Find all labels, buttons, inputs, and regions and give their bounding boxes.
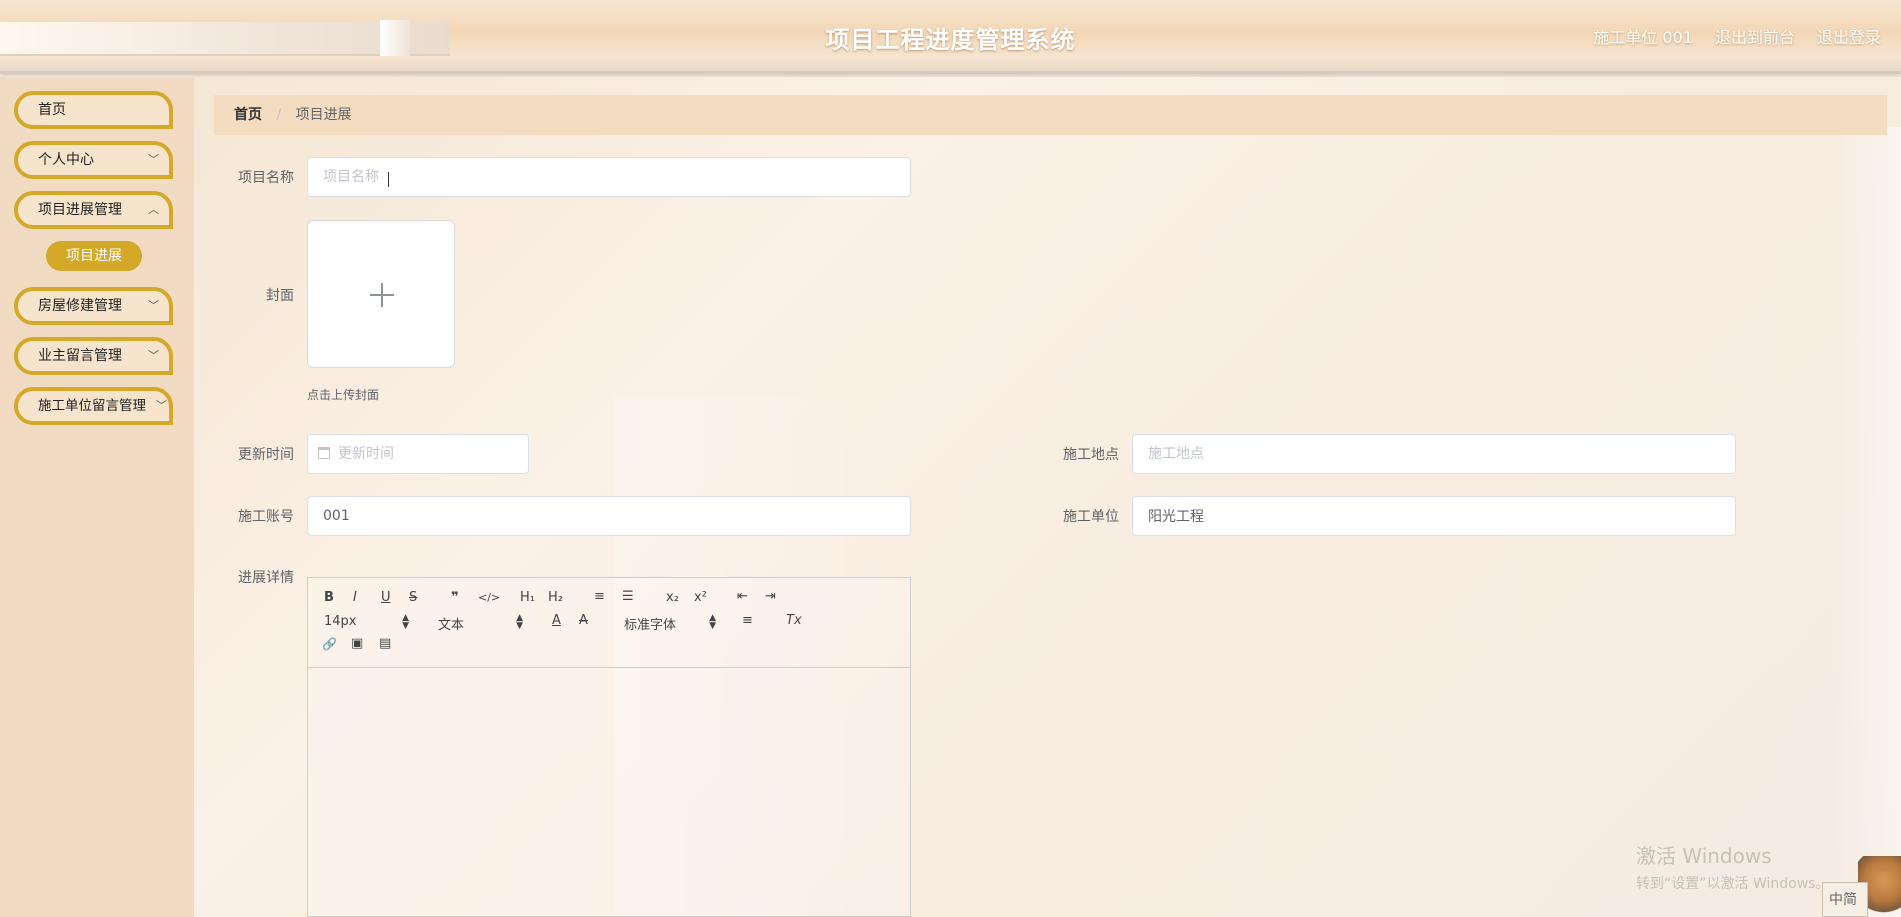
breadcrumb-current: 项目进展 bbox=[295, 107, 352, 123]
sidebar-item-label: 施工单位留言管理 bbox=[38, 398, 146, 414]
windows-activation-watermark: 激活 Windows 转到“设置”以激活 Windows。 bbox=[1636, 840, 1829, 893]
rich-text-editor: B I U S ❞ </> H₁ H₂ ≡ ☰ x₂ x² ⇤ ⇥ 14px ▲… bbox=[307, 577, 911, 917]
sidebar-item-label: 业主留言管理 bbox=[38, 348, 122, 364]
sidebar-item-owner-messages-management[interactable]: 业主留言管理 ﹀ bbox=[14, 337, 173, 375]
clean-format-button[interactable]: Tx bbox=[786, 613, 802, 628]
font-family-value: 标准字体 bbox=[624, 618, 677, 633]
main-content: 首页 / 项目进展 项目名称 封面 点击上传封面 更新时间 施工地点 施工账号 … bbox=[194, 77, 1901, 917]
current-user: 施工单位 001 bbox=[1593, 28, 1693, 47]
font-size-select[interactable]: 14px ▲ ▼ bbox=[324, 613, 409, 631]
blockquote-button[interactable]: ❞ bbox=[451, 590, 459, 605]
select-arrows-icon: ▲ ▼ bbox=[516, 613, 523, 631]
sidebar-item-project-progress-management[interactable]: 项目进展管理 ︿ bbox=[14, 191, 173, 229]
update-time-picker[interactable] bbox=[307, 434, 529, 474]
site-input[interactable] bbox=[1132, 434, 1736, 474]
bold-button[interactable]: B bbox=[324, 590, 334, 605]
update-time-label: 更新时间 bbox=[238, 447, 294, 463]
site-label: 施工地点 bbox=[1063, 447, 1119, 463]
breadcrumb-separator: / bbox=[276, 107, 282, 123]
sidebar-item-label: 个人中心 bbox=[38, 152, 94, 168]
unit-input[interactable] bbox=[1132, 496, 1736, 536]
watermark-title: 激活 Windows bbox=[1636, 844, 1772, 868]
header-actions: 施工单位 001 退出到前台 退出登录 bbox=[1593, 24, 1881, 48]
indent-button[interactable]: ⇥ bbox=[765, 589, 776, 604]
details-label: 进展详情 bbox=[238, 570, 294, 586]
sidebar-item-home[interactable]: 首页 bbox=[14, 91, 173, 129]
chevron-down-icon: ﹀ bbox=[148, 349, 159, 362]
ime-indicator[interactable]: 中简 bbox=[1822, 882, 1868, 917]
link-button[interactable]: 🔗 bbox=[322, 637, 337, 651]
sidebar-item-personal-center[interactable]: 个人中心 ﹀ bbox=[14, 141, 173, 179]
sidebar-item-label: 首页 bbox=[38, 102, 66, 118]
back-to-front-link[interactable]: 退出到前台 bbox=[1715, 24, 1795, 48]
watermark-subtitle: 转到“设置”以激活 Windows。 bbox=[1636, 876, 1830, 892]
breadcrumb: 首页 / 项目进展 bbox=[214, 95, 1887, 135]
unit-label: 施工单位 bbox=[1063, 509, 1119, 525]
update-time-input[interactable] bbox=[338, 435, 523, 473]
text-cursor bbox=[388, 172, 389, 187]
project-name-label: 项目名称 bbox=[238, 170, 294, 186]
project-name-input[interactable] bbox=[307, 157, 911, 197]
strike-button[interactable]: S bbox=[409, 590, 417, 605]
font-size-value: 14px bbox=[324, 614, 357, 629]
sidebar-item-contractor-messages-management[interactable]: 施工单位留言管理 ﹀ bbox=[14, 387, 173, 425]
chevron-down-icon: ﹀ bbox=[148, 153, 159, 166]
select-arrows-icon: ▲ ▼ bbox=[709, 613, 716, 631]
plus-icon bbox=[381, 283, 383, 307]
cover-upload-tip: 点击上传封面 bbox=[307, 388, 380, 402]
code-button[interactable]: </> bbox=[478, 591, 500, 604]
italic-button[interactable]: I bbox=[353, 590, 357, 605]
subscript-button[interactable]: x₂ bbox=[666, 590, 679, 605]
header-type-select[interactable]: 文本 ▲ ▼ bbox=[438, 613, 523, 634]
calendar-icon bbox=[318, 447, 330, 459]
header-type-value: 文本 bbox=[438, 618, 465, 633]
video-button[interactable]: ▤ bbox=[379, 636, 391, 651]
outdent-button[interactable]: ⇤ bbox=[737, 589, 748, 604]
cover-upload[interactable] bbox=[307, 220, 455, 368]
image-button[interactable]: ▣ bbox=[351, 636, 363, 651]
font-color-button[interactable]: A bbox=[552, 613, 561, 628]
sidebar: 首页 个人中心 ﹀ 项目进展管理 ︿ 项目进展 房屋修建管理 ﹀ 业主留言管理 … bbox=[0, 77, 194, 917]
underline-button[interactable]: U bbox=[381, 590, 391, 605]
app-header: 项目工程进度管理系统 施工单位 001 退出到前台 退出登录 bbox=[0, 0, 1901, 74]
superscript-button[interactable]: x² bbox=[694, 590, 707, 605]
chevron-up-icon: ︿ bbox=[148, 203, 159, 216]
align-button[interactable]: ≡ bbox=[742, 613, 753, 628]
background-color-button[interactable]: A bbox=[579, 613, 588, 628]
breadcrumb-home[interactable]: 首页 bbox=[234, 107, 262, 123]
chevron-down-icon: ﹀ bbox=[148, 299, 159, 312]
account-input[interactable] bbox=[307, 496, 911, 536]
logout-link[interactable]: 退出登录 bbox=[1817, 24, 1881, 48]
select-arrows-icon: ▲ ▼ bbox=[402, 613, 409, 631]
ordered-list-button[interactable]: ≡ bbox=[594, 589, 605, 604]
font-family-select[interactable]: 标准字体 ▲ ▼ bbox=[624, 613, 716, 634]
editor-content-area[interactable] bbox=[308, 668, 910, 916]
bullet-list-button[interactable]: ☰ bbox=[622, 589, 634, 604]
account-label: 施工账号 bbox=[238, 509, 294, 525]
h2-button[interactable]: H₂ bbox=[548, 590, 563, 605]
h1-button[interactable]: H₁ bbox=[520, 590, 535, 605]
background-decoration bbox=[1834, 127, 1901, 917]
sidebar-item-house-construction-management[interactable]: 房屋修建管理 ﹀ bbox=[14, 287, 173, 325]
editor-toolbar: B I U S ❞ </> H₁ H₂ ≡ ☰ x₂ x² ⇤ ⇥ 14px ▲… bbox=[308, 578, 910, 668]
chevron-down-icon: ﹀ bbox=[156, 399, 167, 412]
submenu-item-project-progress[interactable]: 项目进展 bbox=[46, 241, 142, 271]
cover-label: 封面 bbox=[266, 288, 294, 304]
sidebar-item-label: 项目进展管理 bbox=[38, 202, 122, 218]
sidebar-item-label: 房屋修建管理 bbox=[38, 298, 122, 314]
